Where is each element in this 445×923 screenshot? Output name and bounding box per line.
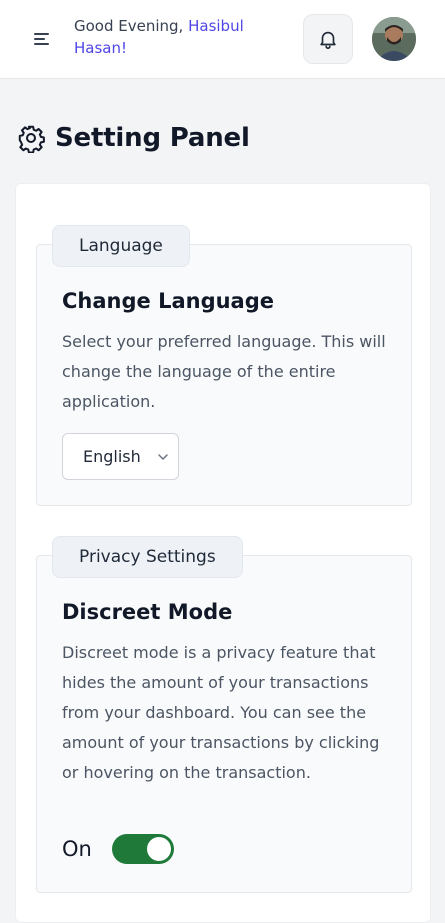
menu-button[interactable] <box>30 28 54 50</box>
change-language-heading: Change Language <box>62 289 274 313</box>
language-section: Language Change Language Select your pre… <box>36 225 412 506</box>
gear-icon <box>16 123 46 153</box>
privacy-tag: Privacy Settings <box>52 536 243 578</box>
language-description: Select your preferred language. This wil… <box>62 332 386 411</box>
page-header: Setting Panel <box>16 118 250 158</box>
discreet-mode-toggle-row: On <box>62 834 174 864</box>
bell-icon <box>320 31 336 49</box>
greeting-prefix: Good Evening, <box>74 17 189 35</box>
avatar[interactable] <box>372 17 416 61</box>
language-tag: Language <box>52 225 190 267</box>
toggle-state-label: On <box>62 837 92 861</box>
page-title: Setting Panel <box>55 123 250 153</box>
language-select[interactable]: English <box>62 433 179 480</box>
chevron-down-icon <box>156 450 170 464</box>
menu-icon <box>34 33 49 45</box>
language-select-value: English <box>83 447 141 466</box>
discreet-mode-toggle[interactable] <box>111 834 174 864</box>
user-photo-icon <box>372 17 416 61</box>
toggle-knob <box>146 837 171 861</box>
discreet-mode-heading: Discreet Mode <box>62 600 233 624</box>
notifications-button[interactable] <box>303 14 353 64</box>
top-bar: Good Evening, Hasibul Hasan! <box>0 0 445 79</box>
discreet-mode-description: Discreet mode is a privacy feature that … <box>62 643 380 782</box>
privacy-section: Privacy Settings Discreet Mode Discreet … <box>36 536 412 893</box>
greeting-text: Good Evening, Hasibul Hasan! <box>74 15 284 59</box>
settings-panel: Language Change Language Select your pre… <box>15 183 431 923</box>
